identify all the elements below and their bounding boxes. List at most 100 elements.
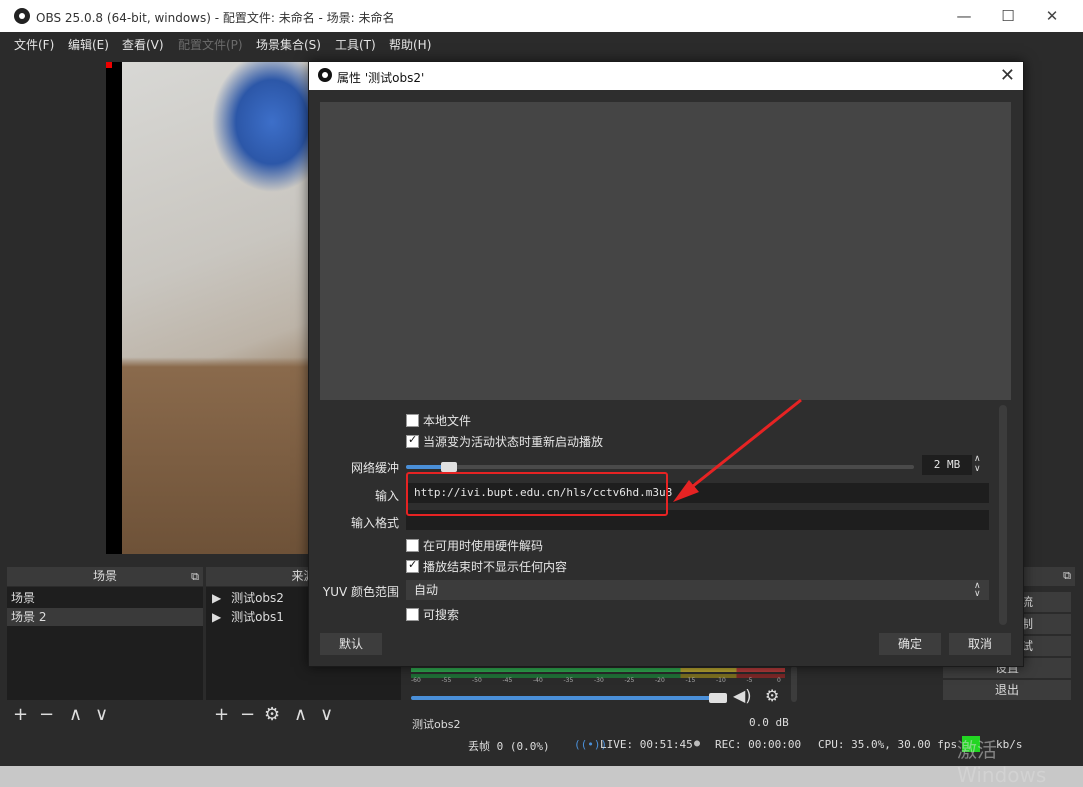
activate-windows-watermark: 激活 Windows [957, 738, 1047, 787]
obs-main-window: OBS 25.0.8 (64-bit, windows) - 配置文件: 未命名… [0, 0, 1083, 787]
dropped-frames: 丢帧 0 (0.0%) [468, 740, 550, 753]
move-source-down-button[interactable]: ∨ [320, 704, 333, 725]
input-label: 输入 [374, 489, 399, 503]
scenes-panel-title: 场景 [92, 569, 117, 583]
meter-scale-tick: -40 [533, 677, 543, 684]
hw-decode-label: 在可用时使用硬件解码 [423, 539, 544, 553]
meter-scale-tick: -30 [594, 677, 604, 684]
remove-source-button[interactable]: − [240, 704, 255, 725]
sources-toolbar: + − ⚙ ∧ ∨ [206, 700, 401, 730]
menu-help[interactable]: 帮助(H) [389, 36, 431, 53]
menu-edit[interactable]: 编辑(E) [68, 36, 109, 53]
remove-scene-button[interactable]: − [39, 704, 54, 725]
meter-scale-tick: -25 [624, 677, 635, 684]
audio-mixer: -60 -55 -50 -45 -40 -35 -30 -25 -20 -15 -10 -5 0 ◀) … [403, 660, 797, 732]
scenes-panel-header: 场景 ⧉ [7, 567, 203, 586]
source-item-label: 测试obs1 [231, 610, 284, 624]
source-settings-gear-icon[interactable]: ⚙ [264, 704, 280, 725]
undock-icon[interactable]: ⧉ [1063, 569, 1071, 583]
volume-slider-knob[interactable] [709, 693, 727, 703]
obs-logo-icon [14, 8, 30, 24]
yuv-range-label: YUV 颜色范围 [322, 585, 399, 599]
mixer-source-name: 测试obs2 [412, 718, 461, 731]
preview-canvas[interactable] [106, 62, 322, 554]
local-file-checkbox[interactable] [406, 414, 419, 427]
mixer-scrollbar[interactable] [791, 666, 797, 702]
play-icon: ▶ [212, 610, 222, 624]
scene-item[interactable]: 场景 [7, 589, 203, 607]
exit-button[interactable]: 退出 [943, 680, 1071, 700]
seekable-label: 可搜索 [423, 608, 460, 622]
spin-arrows-icon[interactable]: ∧ ∨ [974, 454, 981, 474]
move-source-up-button[interactable]: ∧ [294, 704, 307, 725]
hide-on-end-label: 播放结束时不显示任何内容 [423, 560, 568, 574]
meter-scale-tick: -5 [746, 677, 753, 684]
close-window-button[interactable]: ✕ [1030, 4, 1074, 28]
move-scene-down-button[interactable]: ∨ [95, 704, 108, 725]
meter-scale-tick: -15 [685, 677, 696, 684]
annotation-highlight-box [406, 472, 668, 516]
dialog-title-bar: 属性 '测试obs2' ✕ [309, 62, 1023, 90]
source-item[interactable]: ▶ 测试obs2 [212, 589, 312, 607]
menu-scene-collection[interactable]: 场景集合(S) [256, 36, 321, 53]
rec-time: REC: 00:00:00 [715, 738, 802, 751]
network-buffer-label: 网络缓冲 [350, 461, 399, 475]
mixer-gear-icon[interactable]: ⚙ [765, 686, 779, 705]
speaker-icon[interactable]: ◀) [733, 686, 752, 705]
live-time: LIVE: 00:51:45 [600, 738, 693, 751]
defaults-button[interactable]: 默认 [320, 633, 382, 655]
add-source-button[interactable]: + [214, 704, 229, 725]
restart-on-active-label: 当源变为活动状态时重新启动播放 [423, 435, 604, 449]
add-scene-button[interactable]: + [13, 704, 28, 725]
maximize-button[interactable]: ☐ [986, 4, 1030, 28]
meter-scale-tick: -55 [441, 677, 452, 684]
source-item[interactable]: ▶ 测试obs1 [212, 608, 312, 626]
scenes-toolbar: + − ∧ ∨ [7, 700, 203, 730]
play-icon: ▶ [212, 591, 222, 605]
seekable-checkbox[interactable] [406, 608, 419, 621]
annotation-arrow [673, 398, 802, 502]
volume-slider[interactable] [411, 696, 721, 700]
source-resize-handle[interactable] [106, 62, 112, 68]
network-buffer-knob[interactable] [440, 462, 457, 472]
meter-scale: -60 -55 -50 -45 -40 -35 -30 -25 -20 -15 -10 -5 0 [411, 677, 785, 687]
title-bar: OBS 25.0.8 (64-bit, windows) - 配置文件: 未命名… [0, 0, 1083, 32]
menu-profile: 配置文件(P) [178, 38, 243, 52]
scene-item[interactable]: 场景 2 [7, 608, 203, 626]
meter-scale-tick: -10 [716, 677, 726, 684]
mixer-db-value: 0.0 dB [749, 716, 789, 729]
network-buffer-spinbox[interactable]: 2 MB [922, 455, 972, 475]
volume-meter [411, 668, 785, 672]
move-scene-up-button[interactable]: ∧ [69, 704, 82, 725]
meter-scale-tick: -20 [655, 677, 665, 684]
restart-on-active-checkbox[interactable] [406, 433, 419, 448]
dialog-scrollbar[interactable] [999, 405, 1007, 625]
window-title: OBS 25.0.8 (64-bit, windows) - 配置文件: 未命名… [36, 11, 395, 25]
dialog-title: 属性 '测试obs2' [337, 71, 425, 85]
menu-bar: 文件(F) 编辑(E) 查看(V) 配置文件(P) 场景集合(S) 工具(T) … [0, 32, 1083, 54]
status-bar: 丢帧 0 (0.0%) ((•)) LIVE: 00:51:45 ● REC: … [0, 734, 1083, 756]
preview-image [122, 62, 322, 554]
close-dialog-icon[interactable]: ✕ [1000, 65, 1015, 86]
minimize-button[interactable]: — [942, 4, 986, 28]
scenes-list: 场景 场景 2 [7, 587, 203, 700]
input-format-label: 输入格式 [350, 516, 399, 530]
cpu-fps: CPU: 35.0%, 30.00 fps [818, 738, 958, 751]
undock-icon[interactable]: ⧉ [191, 567, 199, 586]
ok-button[interactable]: 确定 [879, 633, 941, 655]
yuv-range-select[interactable]: 自动 [406, 580, 989, 600]
local-file-label: 本地文件 [423, 414, 472, 428]
meter-scale-tick: 0 [777, 677, 781, 684]
cancel-button[interactable]: 取消 [949, 633, 1011, 655]
network-buffer-slider[interactable] [406, 465, 914, 469]
menu-view[interactable]: 查看(V) [122, 36, 164, 53]
meter-scale-tick: -60 [411, 677, 421, 684]
meter-scale-tick: -35 [563, 677, 574, 684]
rec-dot-icon: ● [694, 738, 701, 749]
hw-decode-checkbox[interactable] [406, 539, 419, 552]
menu-file[interactable]: 文件(F) [14, 36, 54, 53]
meter-scale-tick: -50 [472, 677, 482, 684]
hide-on-end-checkbox[interactable] [406, 558, 419, 573]
meter-scale-tick: -45 [502, 677, 513, 684]
menu-tools[interactable]: 工具(T) [335, 36, 376, 53]
